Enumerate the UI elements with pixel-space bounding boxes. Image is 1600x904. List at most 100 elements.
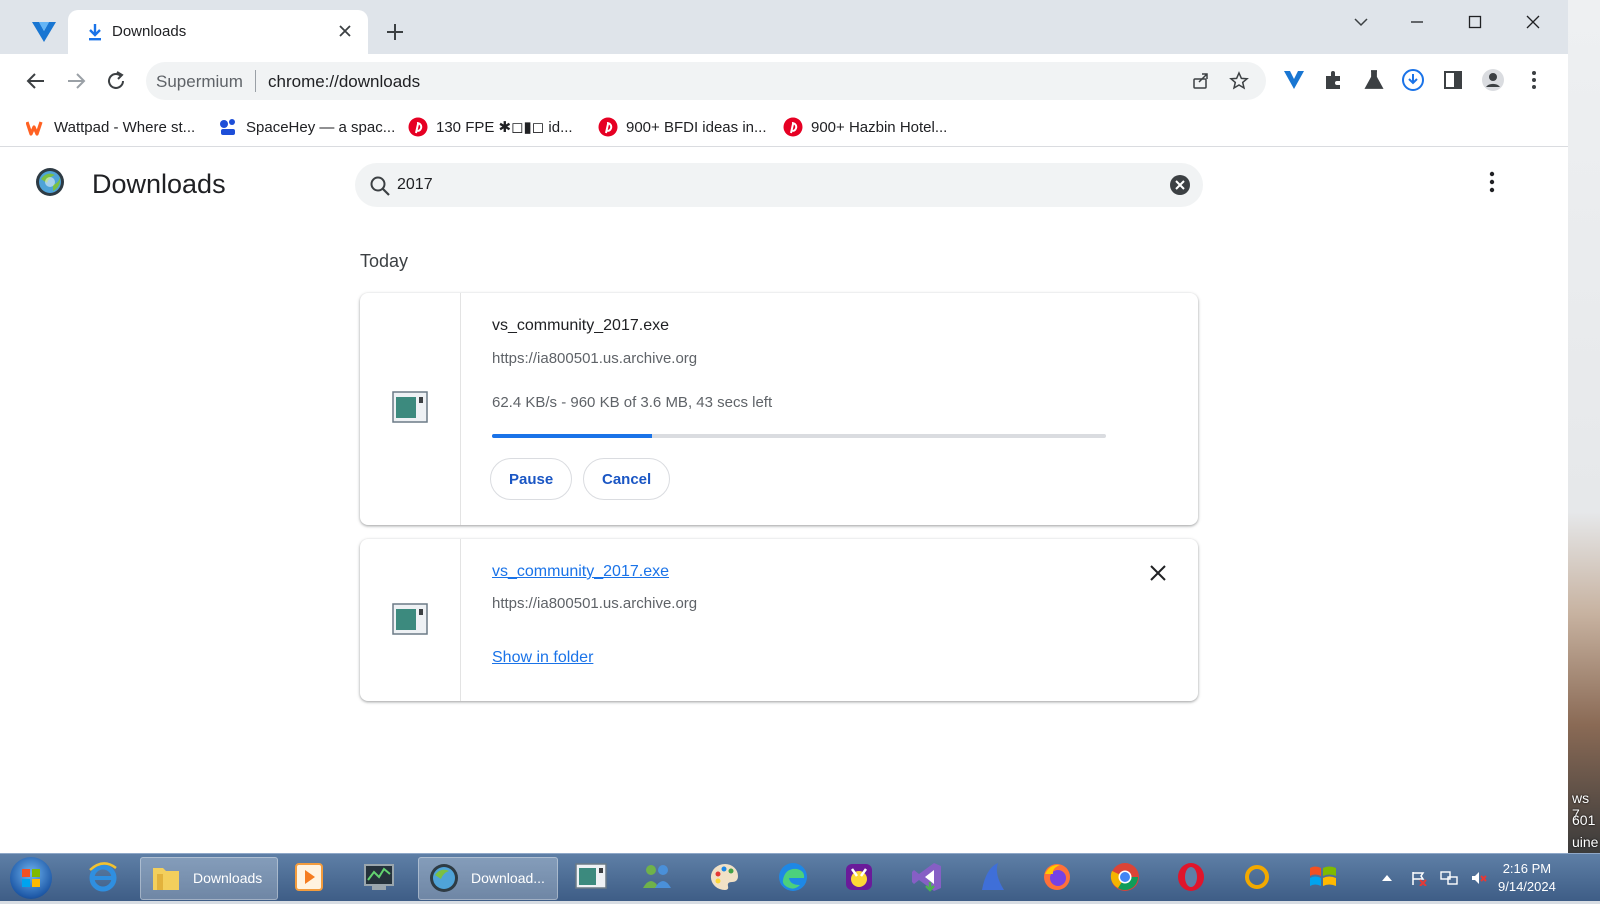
supermium-extension-icon[interactable] [1282, 68, 1306, 92]
start-button[interactable] [10, 857, 52, 899]
task-manager-icon[interactable] [362, 860, 396, 894]
profile-avatar-icon[interactable] [1481, 68, 1505, 92]
close-window-icon[interactable] [1518, 10, 1548, 34]
pinterest-icon [408, 117, 428, 137]
taskbar-explorer-downloads[interactable]: Downloads [140, 857, 278, 900]
tab-strip: Downloads [0, 0, 1568, 54]
bookmark-pinterest-hazbin[interactable]: 900+ Hazbin Hotel... [783, 116, 947, 138]
supermium-logo-icon[interactable] [30, 20, 58, 44]
clock-date: 9/14/2024 [1498, 879, 1556, 894]
tab-downloads[interactable]: Downloads [68, 10, 368, 54]
search-bar[interactable] [355, 163, 1203, 207]
tab-search-chevron-icon[interactable] [1346, 10, 1376, 34]
file-source-url: https://ia800501.us.archive.org [492, 350, 698, 367]
clock-time: 2:16 PM [1502, 861, 1552, 876]
file-source-url: https://ia800501.us.archive.org [492, 595, 698, 612]
shark-app-icon[interactable] [976, 860, 1010, 894]
tab-title: Downloads [112, 23, 187, 40]
download-progress-bar [492, 434, 1106, 438]
people-app-icon[interactable] [640, 860, 674, 894]
edge-browser-icon[interactable] [776, 860, 810, 894]
exe-file-icon [392, 603, 428, 635]
windows-logo-icon [22, 869, 40, 887]
system-clock[interactable]: 2:16 PM 9/14/2024 [1498, 860, 1556, 896]
visual-studio-installer-icon[interactable] [910, 860, 944, 894]
downloads-toolbar-icon[interactable] [1401, 68, 1425, 92]
site-label: Supermium [156, 72, 243, 91]
bookmark-label: SpaceHey — a spac... [246, 118, 396, 136]
taskbar-item-label: Downloads [193, 870, 263, 886]
pause-button[interactable]: Pause [490, 458, 573, 500]
file-name: vs_community_2017.exe [492, 317, 669, 334]
desktop-watermark-line: uine [1572, 834, 1599, 850]
browser-window: Downloads Supermium chrome://downloads W… [0, 0, 1568, 853]
maximize-icon[interactable] [1460, 10, 1490, 34]
taskbar: Downloads Download... 2:16 PM 9/14/2024 [0, 853, 1600, 901]
bookmark-star-icon[interactable] [1229, 71, 1249, 91]
yahoo-messenger-icon[interactable] [842, 860, 876, 894]
omnibox-divider [255, 70, 256, 92]
opera-icon[interactable] [1174, 860, 1208, 894]
url-text[interactable]: chrome://downloads [268, 72, 420, 92]
firefox-icon[interactable] [1040, 860, 1074, 894]
bookmark-label: 130 FPE ✱◻▮◻ id... [436, 119, 573, 136]
search-icon [370, 176, 390, 196]
downloads-page: Downloads Today [10, 147, 1558, 853]
chrome-icon[interactable] [1108, 860, 1142, 894]
bookmarks-bar: Wattpad - Where st... SpaceHey — a spac.… [0, 108, 1568, 147]
exe-file-icon [392, 391, 428, 423]
internet-explorer-icon[interactable] [86, 860, 120, 894]
file-icon-column [360, 539, 461, 701]
volume-muted-icon[interactable] [1470, 870, 1488, 886]
media-player-icon[interactable] [292, 860, 326, 894]
close-tab-icon[interactable] [336, 22, 354, 40]
wattpad-icon [26, 121, 43, 136]
browser-menu-icon[interactable] [1522, 68, 1546, 92]
bookmark-label: 900+ BFDI ideas in... [626, 118, 767, 136]
pinterest-icon [598, 117, 618, 137]
bookmark-label: 900+ Hazbin Hotel... [811, 118, 948, 136]
installer-app-icon[interactable] [574, 860, 608, 894]
bookmark-spacehey[interactable]: SpaceHey — a spac... [218, 116, 395, 138]
show-hidden-icons-icon[interactable] [1378, 870, 1396, 886]
clear-search-icon[interactable] [1169, 174, 1191, 196]
remove-from-list-icon[interactable] [1148, 563, 1168, 583]
progress-fill [492, 434, 652, 438]
desktop-background [1568, 0, 1600, 853]
folder-icon [153, 868, 179, 890]
bookmark-label: Wattpad - Where st... [54, 118, 196, 136]
spacehey-icon [220, 119, 235, 135]
search-input[interactable] [397, 173, 1117, 197]
file-icon-column [360, 293, 461, 525]
circle-app-icon[interactable] [1240, 860, 1274, 894]
date-section-header: Today [360, 251, 409, 271]
labs-flask-icon[interactable] [1362, 68, 1386, 92]
minimize-icon[interactable] [1402, 10, 1432, 34]
bookmark-pinterest-bfdi[interactable]: 900+ BFDI ideas in... [598, 116, 767, 138]
forward-icon[interactable] [63, 68, 89, 94]
extensions-puzzle-icon[interactable] [1322, 68, 1346, 92]
cancel-button[interactable]: Cancel [583, 458, 671, 500]
paint-palette-icon[interactable] [708, 860, 742, 894]
windows-flag-icon[interactable] [1306, 860, 1340, 894]
new-tab-icon[interactable] [385, 22, 405, 42]
file-name-link[interactable]: vs_community_2017.exe [492, 563, 669, 581]
reload-icon[interactable] [103, 68, 129, 94]
toolbar: Supermium chrome://downloads [0, 54, 1568, 108]
action-center-flag-icon[interactable] [1410, 870, 1428, 886]
desktop-watermark-line: 601 [1572, 812, 1596, 828]
download-item-in-progress: vs_community_2017.exe https://ia800501.u… [360, 293, 1198, 525]
taskbar-browser-downloads[interactable]: Download... [418, 857, 558, 900]
share-icon[interactable] [1191, 71, 1211, 91]
bookmark-pinterest-130fpe[interactable]: 130 FPE ✱◻▮◻ id... [408, 116, 573, 138]
back-icon[interactable] [23, 68, 49, 94]
side-panel-icon[interactable] [1441, 68, 1465, 92]
more-actions-icon[interactable] [1480, 167, 1504, 197]
page-title: Downloads [92, 169, 226, 199]
network-icon[interactable] [1440, 870, 1458, 886]
address-bar[interactable]: Supermium chrome://downloads [146, 62, 1266, 100]
supermium-browser-icon [430, 864, 458, 892]
show-in-folder-link[interactable]: Show in folder [492, 649, 593, 667]
bookmark-wattpad[interactable]: Wattpad - Where st... [26, 116, 195, 138]
taskbar-item-label: Download... [471, 870, 545, 886]
